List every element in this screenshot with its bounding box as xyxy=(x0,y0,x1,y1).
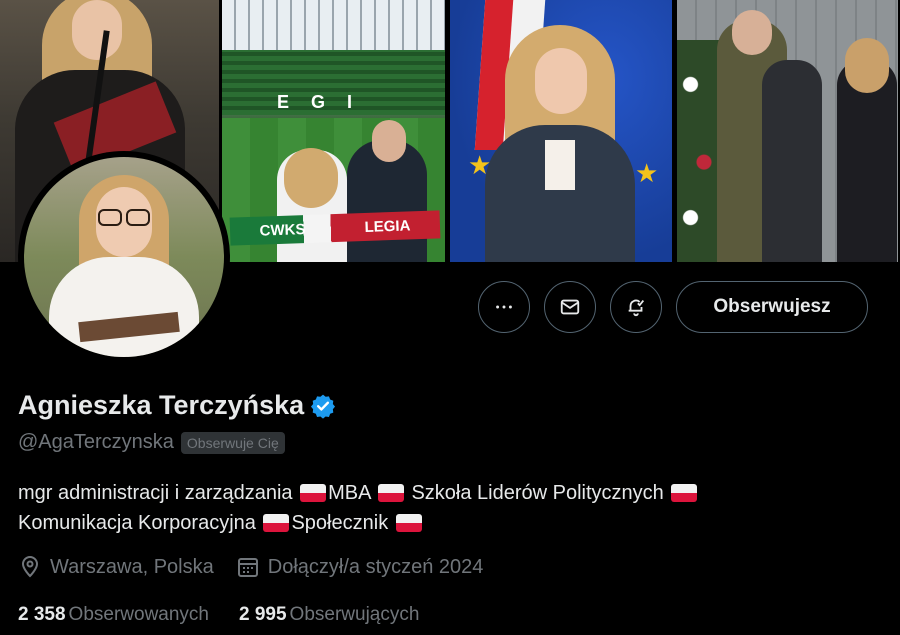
notifications-button[interactable] xyxy=(610,281,662,333)
handle-row: @AgaTerczynska Obserwuje Cię xyxy=(18,431,285,454)
location-pin-icon xyxy=(21,556,39,578)
verified-badge-icon[interactable] xyxy=(310,393,336,419)
profile-bio: mgr administracji i zarządzania MBA Szko… xyxy=(18,478,878,538)
followers-count: 2 995 xyxy=(239,604,287,625)
profile-meta: Warszawa, Polska Dołączył/a styczeń 2024 xyxy=(18,555,505,579)
follows-you-badge: Obserwuje Cię xyxy=(180,431,285,454)
bio-text: Szkoła Liderów Politycznych xyxy=(405,482,670,504)
bell-check-icon xyxy=(628,299,645,317)
banner-photo-flags: ★ ★ xyxy=(450,0,672,262)
banner-photo-stadium: EGI CWKS LEGIA xyxy=(222,0,445,262)
bio-text: Społecznik xyxy=(291,512,394,534)
bio-text: Komunikacja Korporacyjna xyxy=(18,512,262,534)
bio-text: mgr administracji i zarządzania xyxy=(18,482,299,504)
poland-flag-icon xyxy=(377,484,404,502)
poland-flag-icon xyxy=(263,514,290,532)
banner-photo-ceremony xyxy=(677,0,898,262)
profile-name-row: Agnieszka Terczyńska xyxy=(18,390,336,421)
joined-text: Dołączył/a styczeń 2024 xyxy=(267,555,484,578)
message-button[interactable] xyxy=(544,281,596,333)
scarf-text-right: LEGIA xyxy=(364,216,411,236)
scarf-text-left: CWKS xyxy=(259,220,306,240)
joined-item: Dołączył/a styczeń 2024 xyxy=(236,555,484,579)
location-text: Warszawa, Polska xyxy=(50,555,214,578)
more-icon xyxy=(496,305,512,309)
stadium-letters: EGI xyxy=(277,92,375,112)
calendar-icon xyxy=(237,558,258,577)
following-button[interactable]: Obserwujesz xyxy=(676,281,868,333)
poland-flag-icon xyxy=(671,484,698,502)
more-button[interactable] xyxy=(478,281,530,333)
followers-label: Obserwujących xyxy=(289,604,420,625)
mail-icon xyxy=(560,299,580,315)
profile-handle: @AgaTerczynska xyxy=(18,431,174,453)
following-stat-link[interactable]: 2 358 Obserwowanych xyxy=(18,604,209,626)
avatar[interactable] xyxy=(24,157,224,357)
following-label: Obserwowanych xyxy=(68,604,209,625)
followers-stat-link[interactable]: 2 995 Obserwujących xyxy=(239,604,419,626)
profile-page: EGI CWKS LEGIA ★ ★ Obserwujesz Agnieszka… xyxy=(0,0,900,635)
location-item: Warszawa, Polska xyxy=(18,555,214,579)
following-count: 2 358 xyxy=(18,604,66,625)
poland-flag-icon xyxy=(300,484,327,502)
profile-name: Agnieszka Terczyńska xyxy=(18,390,305,420)
follow-stats: 2 358 Obserwowanych 2 995 Obserwujących xyxy=(18,604,449,626)
poland-flag-icon xyxy=(395,514,422,532)
bio-text: MBA xyxy=(328,482,376,504)
